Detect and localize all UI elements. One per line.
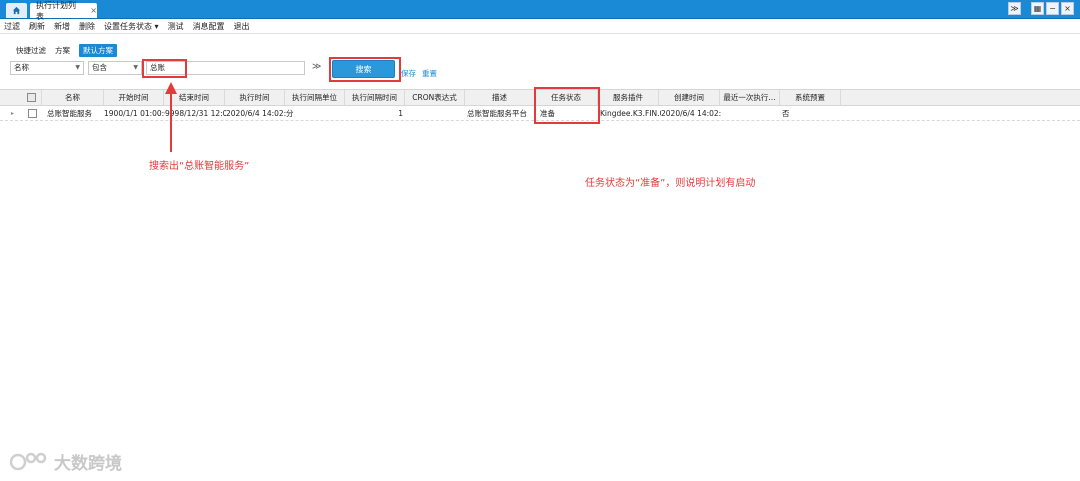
quick-filter-label: 快捷过滤 [16,46,46,55]
close-icon[interactable]: × [1061,2,1074,15]
col-header-start[interactable]: 开始时间 [104,90,164,105]
filter-scheme-row: 快捷过滤 方案 默认方案 [16,44,117,57]
reset-link[interactable]: 重置 [422,68,437,79]
scheme-label: 方案 [55,46,70,55]
col-header-created[interactable]: 创建时间 [659,90,720,105]
field-select[interactable]: 名称 ▼ [10,61,84,75]
tab-execution-plan-list[interactable]: 执行计划列表 × [30,1,97,21]
toolbar: 过滤 刷新 新增 删除 设置任务状态 ▾ 测试 消息配置 退出 [0,19,1080,34]
cell-plugin: Kingdee.K3.FIN.G [600,108,661,118]
toolbar-add[interactable]: 新增 [54,21,70,32]
col-header-cron[interactable]: CRON表达式 [405,90,465,105]
home-icon [12,6,21,15]
toolbar-message-config[interactable]: 消息配置 [193,21,225,32]
col-header-plugin[interactable]: 服务插件 [598,90,659,105]
window-controls: ≫ ▦ − × [1008,2,1074,15]
save-link[interactable]: 保存 [401,68,416,79]
operator-select-value: 包含 [92,63,107,72]
row-expand-icon[interactable]: ▸ [11,106,14,120]
row-checkbox-cell[interactable] [22,106,42,120]
toolbar-exit[interactable]: 退出 [234,21,250,32]
cell-created: 2020/6/4 14:02:05 [661,108,721,118]
annotation-status-note: 任务状态为“准备”，则说明计划有启动 [585,178,756,189]
select-all-cell[interactable] [22,90,42,105]
toolbar-filter[interactable]: 过滤 [4,21,20,32]
operator-select[interactable]: 包含 ▼ [88,61,142,75]
field-select-value: 名称 [14,63,29,72]
tab-bar: 执行计划列表 × ≫ ▦ − × [0,0,1080,21]
home-tab[interactable] [6,3,27,18]
cell-last-run [722,106,780,120]
col-header-exec-time[interactable]: 执行时间 [225,90,285,105]
watermark-logo-icon [10,452,47,470]
col-header-description[interactable]: 描述 [465,90,535,105]
toolbar-refresh[interactable]: 刷新 [29,21,45,32]
highlight-search-value [142,59,187,78]
expand-filter-icon[interactable]: ≫ [312,62,321,72]
expand-menu-icon[interactable]: ≫ [1008,2,1021,15]
toolbar-test[interactable]: 测试 [168,21,184,32]
cell-start: 1900/1/1 01:00:00 [104,108,165,118]
cell-exec-time: 2020/6/4 14:02:05 [226,108,286,118]
col-header-last-run[interactable]: 最近一次执行... [720,90,780,105]
chevron-down-icon: ▼ [133,64,138,71]
default-scheme-button[interactable]: 默认方案 [79,44,117,57]
cell-cron [405,106,465,120]
cell-preset: 否 [782,108,790,118]
cell-description: 总账智能服务平台 [467,108,527,118]
select-all-checkbox[interactable] [27,93,36,102]
col-header-interval-unit[interactable]: 执行间隔单位 [285,90,345,105]
col-header-interval[interactable]: 执行间隔时间 [345,90,405,105]
tab-close-icon[interactable]: × [90,6,97,15]
toolbar-set-status[interactable]: 设置任务状态 ▾ [104,21,159,32]
row-checkbox[interactable] [27,108,37,118]
annotation-search-result: 搜索出“总账智能服务” [149,161,250,172]
cell-interval: 1 [398,108,403,118]
grid-menu-icon[interactable]: ▦ [1031,2,1044,15]
watermark-text: 大数跨境 [54,454,122,474]
highlight-search-button [329,57,401,82]
minimize-icon[interactable]: − [1046,2,1059,15]
cell-interval-unit: 分 [286,108,294,118]
arrow-up-icon [165,82,177,152]
cell-name: 总账智能服务 [47,108,92,118]
chevron-down-icon: ▼ [75,64,80,71]
col-header-preset[interactable]: 系统预置 [780,90,841,105]
col-header-name[interactable]: 名称 [42,90,104,105]
toolbar-delete[interactable]: 删除 [79,21,95,32]
watermark: 大数跨境 [10,449,122,474]
highlight-status-column [534,87,600,124]
